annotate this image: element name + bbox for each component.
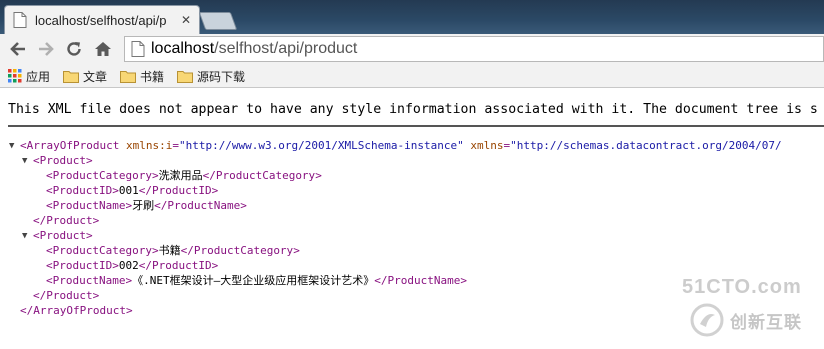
xml-tag-name: ProductCategory [52, 169, 152, 182]
watermark-brand-text: 创新互联 [730, 312, 802, 333]
xml-tag-name: ProductID [52, 259, 113, 272]
xml-element-line: <ProductName>《.NET框架设计—大型企业级应用框架设计艺术》</P… [46, 274, 467, 287]
browser-tab[interactable]: localhost/selfhost/api/p ✕ [4, 5, 200, 34]
watermark-51cto: 51CTO.com [682, 276, 802, 298]
bookmark-apps[interactable]: 应用 [8, 67, 50, 85]
bookmark-label: 应用 [26, 69, 51, 84]
arrow-left-icon [10, 42, 25, 56]
xml-root-open: ▼ <ArrayOfProduct xmlns:i="http://www.w3.… [9, 139, 782, 154]
xml-tag-name: ProductCategory [52, 244, 152, 257]
xml-element-line: <ProductCategory>书籍</ProductCategory> [46, 244, 300, 257]
xml-tag-name: ProductName [52, 274, 126, 287]
xml-element-line: <ProductName>牙刷</ProductName> [46, 199, 247, 212]
product-name-value: 牙刷 [132, 199, 155, 212]
close-tab-icon[interactable]: ✕ [179, 13, 193, 27]
xml-tag-name: ArrayOfProduct [26, 139, 120, 152]
page-icon [13, 12, 27, 28]
product-id-value: 002 [118, 259, 139, 272]
url-host: localhost [151, 40, 215, 57]
xml-product-close: </Product> [33, 214, 100, 227]
back-button[interactable] [8, 39, 28, 59]
url-path: /selfhost/api/product [214, 40, 358, 57]
bookmark-folder-articles[interactable]: 文章 [63, 67, 107, 85]
collapse-triangle-icon[interactable]: ▼ [22, 229, 27, 244]
product-id-value: 001 [118, 184, 139, 197]
xml-attr-value: "http://schemas.datacontract.org/2004/07… [510, 139, 782, 152]
xml-tag-name: Product [46, 289, 93, 302]
folder-icon [177, 70, 193, 83]
product-category-value: 洗漱用品 [158, 169, 203, 182]
bookmarks-bar: 应用 文章 书籍 源码下载 [0, 64, 824, 88]
xml-tag-name: Product [46, 214, 93, 227]
xml-style-notice: This XML file does not appear to have an… [8, 102, 818, 117]
xml-tag-name: ProductID [52, 184, 113, 197]
folder-icon [120, 70, 136, 83]
xml-element-line: <ProductID>002</ProductID> [46, 259, 219, 272]
xml-tag-name: ProductID [151, 184, 212, 197]
bookmark-folder-source[interactable]: 源码下载 [177, 67, 245, 85]
xml-element-line: <ProductID>001</ProductID> [46, 184, 219, 197]
product-category-value: 书籍 [158, 244, 181, 257]
address-bar[interactable]: localhost/selfhost/api/product [124, 36, 824, 62]
xml-product-close: </Product> [33, 289, 100, 302]
new-tab-button[interactable] [198, 12, 238, 30]
brand-logo-icon [690, 303, 724, 337]
xml-tag-name: ProductName [387, 274, 461, 287]
xml-attr-value: "http://www.w3.org/2001/XMLSchema-instan… [178, 139, 464, 152]
bookmark-folder-books[interactable]: 书籍 [120, 67, 164, 85]
folder-icon [63, 70, 79, 83]
xml-attr-name: xmlns [470, 139, 504, 152]
xml-tag-name: Product [39, 229, 86, 242]
collapse-triangle-icon[interactable]: ▼ [22, 154, 27, 169]
xml-tag-name: ArrayOfProduct [33, 304, 126, 317]
bookmark-label: 文章 [83, 69, 108, 84]
xml-product-open: ▼ <Product> [22, 229, 93, 244]
watermark-logo: 创新互联 [690, 303, 802, 337]
page-icon [131, 41, 145, 57]
xml-product-open: ▼ <Product> [22, 154, 93, 169]
tab-title: localhost/selfhost/api/p [35, 12, 167, 28]
url-text: localhost/selfhost/api/product [151, 40, 357, 58]
xml-element-line: <ProductCategory>洗漱用品</ProductCategory> [46, 169, 322, 182]
xml-tag-name: Product [39, 154, 86, 167]
apps-grid-icon [8, 69, 22, 83]
bookmark-label: 书籍 [140, 69, 165, 84]
reload-button[interactable] [64, 39, 84, 59]
xml-tag-name: ProductCategory [193, 244, 294, 257]
bookmark-label: 源码下载 [197, 69, 246, 84]
arrow-right-icon [39, 42, 54, 56]
home-button[interactable] [93, 39, 113, 59]
xml-tree: ▼ <ArrayOfProduct xmlns:i="http://www.w3.… [0, 138, 782, 318]
collapse-triangle-icon[interactable]: ▼ [9, 139, 14, 154]
xml-tag-name: ProductName [52, 199, 126, 212]
xml-root-close: </ArrayOfProduct> [20, 304, 133, 317]
xml-tag-name: ProductID [151, 259, 212, 272]
xml-attr-name: xmlns:i [125, 139, 173, 152]
home-icon [95, 42, 111, 56]
reload-icon [67, 42, 81, 56]
product-name-value: 《.NET框架设计—大型企业级应用框架设计艺术》 [132, 274, 375, 287]
forward-button[interactable] [36, 39, 56, 59]
xml-tag-name: ProductCategory [215, 169, 316, 182]
xml-tag-name: ProductName [167, 199, 241, 212]
divider [8, 125, 824, 127]
tab-strip: localhost/selfhost/api/p ✕ [0, 0, 824, 34]
